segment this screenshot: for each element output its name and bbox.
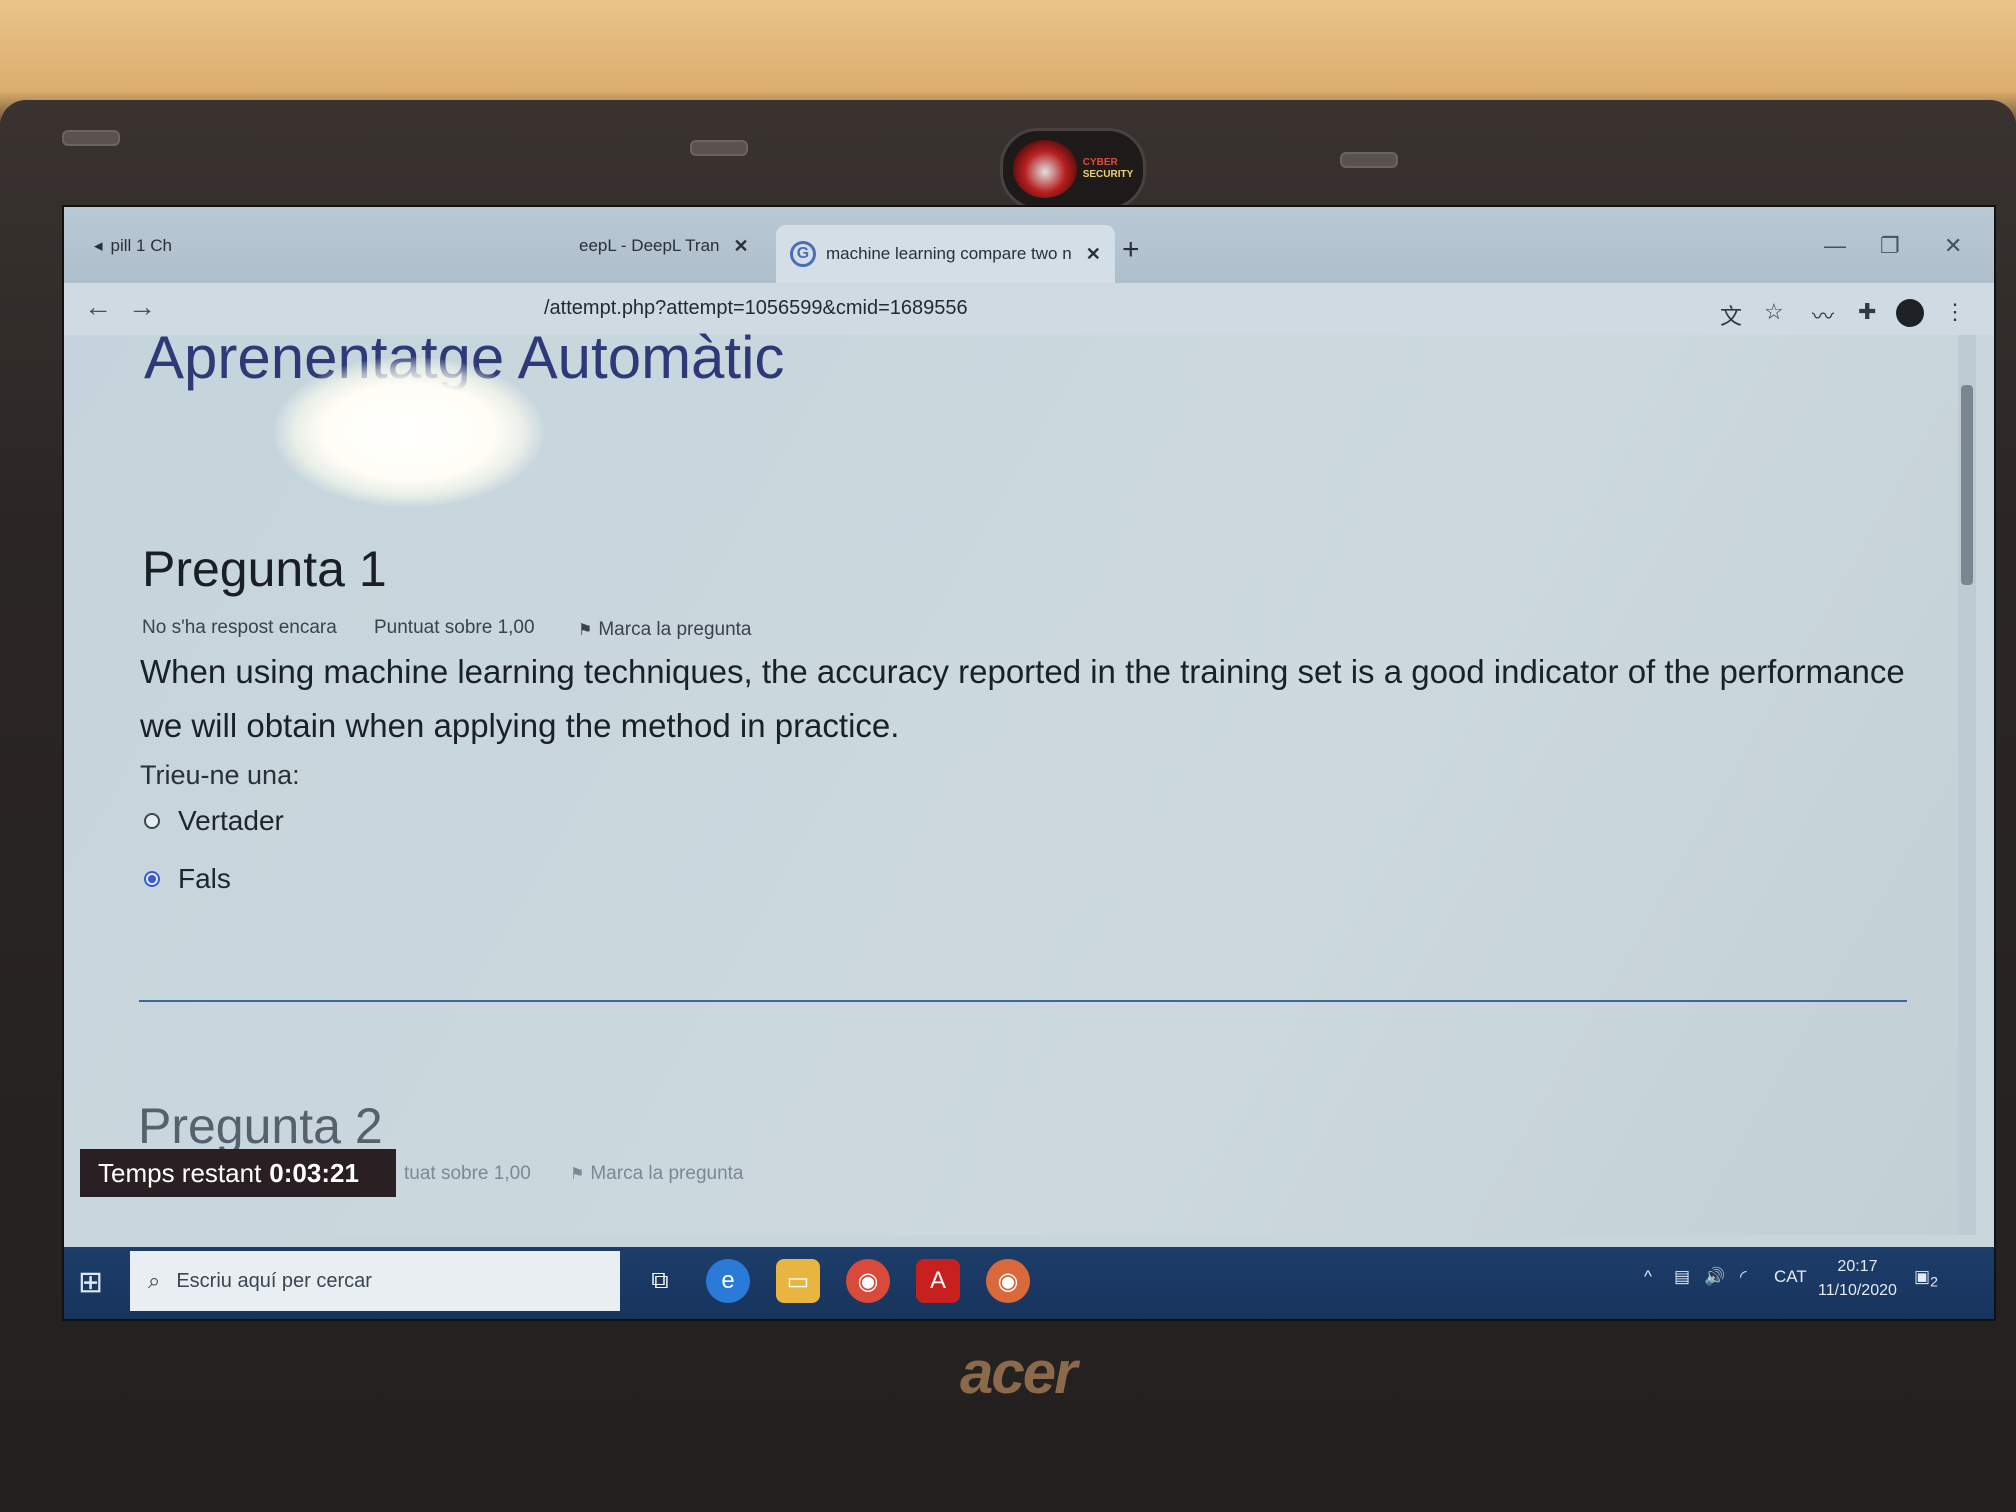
- translate-icon[interactable]: 文: [1720, 299, 1742, 331]
- option-true[interactable]: Vertader: [144, 805, 284, 837]
- question-1-text: When using machine learning techniques, …: [140, 653, 1905, 744]
- more-menu-icon[interactable]: ⋮: [1944, 299, 1966, 325]
- question-divider: [139, 1000, 1907, 1002]
- question-1-points: Puntuat sobre 1,00: [374, 617, 535, 638]
- bezel-vent: [690, 140, 748, 156]
- webcam-sticker: CYBER SECURITY: [1000, 128, 1146, 210]
- cyber-security-logo-icon: [1012, 140, 1077, 198]
- task-view-icon[interactable]: ⧉: [638, 1259, 682, 1303]
- option-false[interactable]: Fals: [144, 863, 231, 895]
- language-indicator[interactable]: CAT: [1774, 1267, 1807, 1287]
- search-icon: ⌕: [148, 1268, 161, 1293]
- flag-icon: ⚑: [578, 622, 593, 639]
- tray-expand-icon[interactable]: ^: [1644, 1267, 1652, 1287]
- chrome-icon[interactable]: ◉: [846, 1259, 890, 1303]
- course-title: Aprenentatge Automàtic: [144, 324, 785, 391]
- scrollbar-thumb[interactable]: [1961, 385, 1973, 585]
- url-field[interactable]: /attempt.php?attempt=1056599&cmid=168955…: [544, 297, 968, 320]
- question-2-points: tuat sobre 1,00: [404, 1163, 531, 1184]
- close-tab-icon[interactable]: ✕: [1086, 244, 1101, 265]
- acer-logo: acer: [960, 1339, 1077, 1406]
- timer-value: 0:03:21: [269, 1157, 359, 1188]
- edge-icon[interactable]: e: [706, 1259, 750, 1303]
- wifi-icon[interactable]: ◜: [1740, 1267, 1747, 1287]
- laptop-screen: ◂ pill 1 Ch eepL - DeepL Tran ✕ G machin…: [62, 205, 1996, 1321]
- restore-icon[interactable]: ❐: [1880, 233, 1900, 259]
- bezel-vent: [62, 130, 120, 146]
- new-tab-button[interactable]: +: [1122, 233, 1140, 267]
- tab-google-search[interactable]: G machine learning compare two n ✕: [776, 225, 1115, 283]
- close-tab-icon[interactable]: ✕: [734, 236, 749, 257]
- acrobat-icon[interactable]: A: [916, 1259, 960, 1303]
- question-1-status: No s'ha respost encara: [142, 617, 337, 638]
- network-icon[interactable]: ▤: [1674, 1267, 1690, 1287]
- question-2-title: Pregunta 2: [138, 1098, 383, 1154]
- forward-icon[interactable]: →: [128, 291, 156, 323]
- bezel-vent: [1340, 152, 1398, 168]
- chrome-active-icon[interactable]: ◉: [986, 1259, 1030, 1303]
- tab-favicon-icon: ◂: [94, 236, 103, 255]
- tab-deepl[interactable]: eepL - DeepL Tran ✕: [579, 225, 749, 267]
- flag-question-1-link[interactable]: ⚑ Marca la pregunta: [578, 619, 752, 641]
- quiz-page: Aprenentatge Automàtic Pregunta 1 No s'h…: [64, 324, 1976, 1235]
- flag-icon: ⚑: [570, 1166, 585, 1183]
- extensions-puzzle-icon[interactable]: ✚: [1858, 299, 1876, 325]
- google-icon: G: [790, 241, 816, 267]
- windows-start-icon[interactable]: ⊞: [78, 1265, 103, 1300]
- radio-true[interactable]: [144, 813, 160, 829]
- flag-question-2-link[interactable]: ⚑ Marca la pregunta: [570, 1163, 744, 1185]
- question-1-title: Pregunta 1: [142, 541, 387, 597]
- choose-one-prompt: Trieu-ne una:: [140, 760, 300, 790]
- windows-taskbar: ⊞ ⌕ Escriu aquí per cercar ⧉ e ▭ ◉ A ◉ ^…: [64, 1247, 1994, 1319]
- bookmark-star-icon[interactable]: ☆: [1764, 299, 1784, 325]
- extension-signature-icon[interactable]: 〰: [1812, 299, 1834, 331]
- profile-avatar[interactable]: [1896, 299, 1924, 327]
- minimize-icon[interactable]: —: [1824, 233, 1846, 259]
- tab-pill[interactable]: ◂ pill 1 Ch: [94, 225, 172, 267]
- taskbar-clock[interactable]: 20:17 11/10/2020: [1818, 1255, 1897, 1303]
- taskbar-search-box[interactable]: ⌕ Escriu aquí per cercar: [130, 1251, 620, 1311]
- page-scrollbar[interactable]: [1958, 335, 1976, 1235]
- file-explorer-icon[interactable]: ▭: [776, 1259, 820, 1303]
- notifications-icon[interactable]: ▣2: [1914, 1267, 1938, 1290]
- sticker-text: CYBER SECURITY: [1082, 157, 1134, 180]
- close-window-icon[interactable]: ✕: [1944, 233, 1962, 259]
- browser-tab-bar: ◂ pill 1 Ch eepL - DeepL Tran ✕ G machin…: [64, 207, 1994, 283]
- volume-icon[interactable]: 🔊: [1704, 1267, 1725, 1287]
- radio-false-selected[interactable]: [144, 871, 160, 887]
- time-remaining: Temps restant 0:03:21: [80, 1149, 396, 1197]
- back-icon[interactable]: ←: [84, 291, 112, 323]
